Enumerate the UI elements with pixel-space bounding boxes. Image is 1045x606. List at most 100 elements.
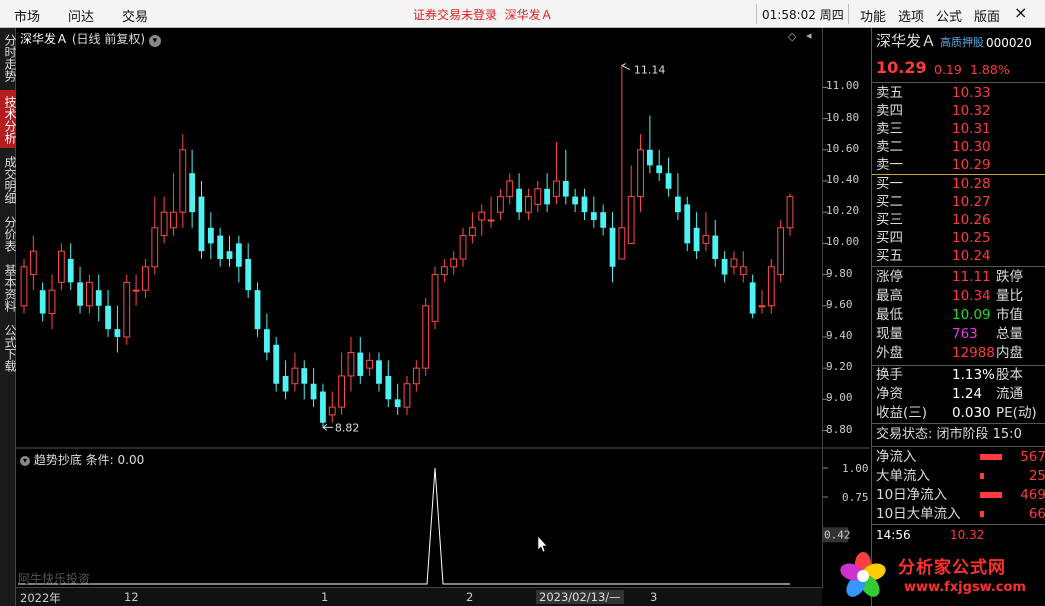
candle-body <box>179 149 187 213</box>
logo-url: www.fxjgsw.com <box>904 580 1026 595</box>
quote-label: 卖三 <box>876 121 903 137</box>
quote-value: 10.09 <box>952 307 991 323</box>
price-tick-label: 10.40 <box>826 173 860 186</box>
gear-icon[interactable]: ▾ <box>20 455 30 466</box>
quote-row: 卖三 10.31 <box>876 120 1042 138</box>
quote-row: 卖一 10.29 <box>876 156 1042 174</box>
candle-body <box>245 258 252 291</box>
candle-body <box>291 367 299 385</box>
menu-layout[interactable]: 版面 <box>974 6 1000 25</box>
candle-body <box>749 282 756 314</box>
flow-row: 10日净流入 469 <box>876 486 1045 504</box>
candle-body <box>684 204 691 244</box>
mouse-cursor-icon <box>537 535 548 553</box>
candle-body <box>328 406 336 416</box>
candle-body <box>665 173 672 189</box>
tick-price: 10.32 <box>950 528 985 542</box>
quote-label: 卖一 <box>876 157 903 173</box>
stock-code: 000020 <box>986 36 1032 50</box>
flow-bar <box>980 473 984 479</box>
quote-label: 股本 <box>996 367 1023 383</box>
quote-value: 10.25 <box>952 230 991 246</box>
logo-text: 分析家公式网 <box>898 558 1006 578</box>
quote-title: 深华发Ａ <box>876 32 937 50</box>
date-label: 1 <box>321 590 329 604</box>
indicator-title[interactable]: ▾ 趋势抄底 条件: 0.00 <box>20 451 144 468</box>
last-price: 10.29 <box>876 58 927 77</box>
menu-formula[interactable]: 公式 <box>936 6 962 25</box>
candlestick-chart[interactable]: 11.148.82 1.000.750.42 <box>0 28 870 588</box>
login-warning[interactable]: 证券交易未登录 深华发Ａ <box>413 6 553 23</box>
price-tick-label: 9.80 <box>826 266 853 280</box>
date-label: 3 <box>650 590 658 604</box>
price-change: 0.19 <box>934 62 962 77</box>
quote-label: 卖二 <box>876 139 903 155</box>
menu-function[interactable]: 功能 <box>860 6 886 25</box>
candle-body <box>123 281 131 338</box>
candle-body <box>525 196 532 213</box>
flow-label: 10日净流入 <box>876 487 948 503</box>
quote-value: 12988 <box>952 345 995 361</box>
candle-body <box>758 305 766 308</box>
candle-body <box>572 196 579 205</box>
menu-trade[interactable]: 交易 <box>122 6 148 25</box>
candle-body <box>114 329 121 337</box>
candle-body <box>357 352 364 376</box>
price-tick-label: 9.00 <box>826 391 853 405</box>
menu-wenda[interactable]: 问达 <box>68 6 94 25</box>
quote-value: 10.33 <box>952 85 991 101</box>
quote-value: 0.030 <box>952 405 991 421</box>
price-tick-label: 9.40 <box>826 328 853 342</box>
flow-bar <box>980 492 1002 498</box>
close-icon[interactable]: × <box>1014 3 1027 22</box>
menu-options[interactable]: 选项 <box>898 6 924 25</box>
date-label: 2 <box>466 590 474 604</box>
candle-body <box>403 383 411 408</box>
candle-body <box>198 196 205 252</box>
candle-body <box>67 258 74 283</box>
flow-label: 净流入 <box>876 449 917 465</box>
quote-label: 外盘 <box>876 345 903 361</box>
candle-body <box>20 266 28 307</box>
candle-body <box>151 227 159 268</box>
candle-body <box>730 258 738 268</box>
flow-value: 25 <box>1028 468 1045 484</box>
candle-body <box>95 290 102 306</box>
watermark: 阿牛快乐投资 <box>18 572 91 586</box>
flow-value: 66 <box>1028 506 1045 522</box>
candle-body <box>431 274 439 322</box>
quote-label: 最低 <box>876 307 903 323</box>
flow-value: 567 <box>1020 449 1045 465</box>
candle-body <box>48 289 56 315</box>
candle-body <box>618 227 626 260</box>
quote-panel: 深华发Ａ 高质押股 000020 10.29 0.19 1.88% 卖五 10.3… <box>871 28 1045 606</box>
price-tick-label: 9.60 <box>826 297 853 311</box>
tick-time: 14:56 <box>876 528 911 542</box>
menu-market[interactable]: 市场 <box>14 6 40 25</box>
candle-body <box>516 188 522 213</box>
price-tick-label: 10.20 <box>826 204 860 218</box>
price-tick-label: 10.80 <box>826 110 860 124</box>
candle-body <box>590 212 597 220</box>
quote-label: 净资 <box>876 386 903 402</box>
pledge-tag[interactable]: 高质押股 <box>940 34 984 52</box>
price-tick-label: 10.60 <box>826 141 860 155</box>
candle-body <box>235 243 242 267</box>
candle-body <box>767 266 775 307</box>
date-label: 12 <box>124 590 139 604</box>
flow-value: 469 <box>1020 487 1045 503</box>
price-tick-label: 8.80 <box>826 422 853 436</box>
candle-body <box>39 290 46 314</box>
candle-body <box>497 196 504 213</box>
quote-label: 市值 <box>996 307 1023 323</box>
candle-body <box>385 375 392 400</box>
quote-label: 买四 <box>876 230 903 246</box>
clock: 01:58:02 周四 <box>762 8 844 22</box>
candle-body <box>637 149 644 198</box>
quote-row: 卖五 10.33 <box>876 84 1042 102</box>
quote-row: 买二 10.27 <box>876 193 1042 211</box>
date-axis: 2022年 12 1 2 2023/02/13/— 3 <box>16 587 822 606</box>
candle-body <box>600 212 607 228</box>
candle-body <box>301 368 308 384</box>
high-label: 11.14 <box>634 64 666 77</box>
